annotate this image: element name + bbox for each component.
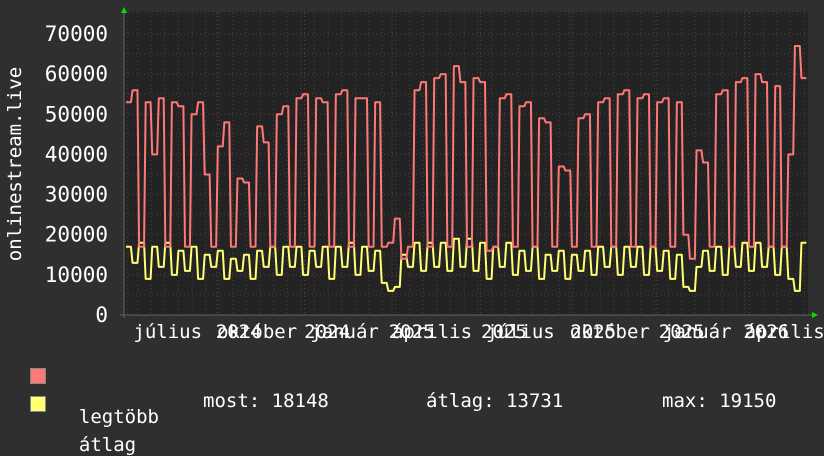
y-tick-label: 40000 [45,142,108,166]
y-tick-label: 10000 [45,263,108,287]
stat-current: most: 18148 [203,390,329,412]
y-axis-label: onlinestream.live [4,67,26,261]
x-axis: július október január április július október j… [133,321,824,343]
legend-label-average: átlag [78,434,137,456]
x-tick-label-year: 2025 [389,321,435,343]
x-tick-label-year: 2026 [743,321,789,343]
y-axis-arrow-icon [121,7,127,13]
y-axis: 0 10000 20000 30000 40000 50000 60000 70000 [45,22,108,327]
y-tick-label: 50000 [45,102,108,126]
x-tick-label-year: 2024 [304,321,350,343]
x-tick-label-year: 2025 [659,321,705,343]
x-tick-label-year: 2025 [481,321,527,343]
x-tick-label-year: 2024 [216,321,262,343]
x-tick-label-year: 2025 [570,321,616,343]
stat-max: max: 19150 [662,390,777,412]
x-axis-arrow-icon [812,312,818,318]
y-tick-label: 70000 [45,22,108,46]
legend-swatch-average [30,396,46,412]
y-tick-label: 60000 [45,62,108,86]
y-tick-label: 20000 [45,223,108,247]
y-tick-label: 0 [95,303,108,327]
x-tick-label-month: július [133,321,202,343]
legend-item-average: átlag [30,390,137,456]
stat-average: átlag: 13731 [426,390,564,412]
y-tick-label: 30000 [45,183,108,207]
legend-swatch-max [30,368,46,384]
